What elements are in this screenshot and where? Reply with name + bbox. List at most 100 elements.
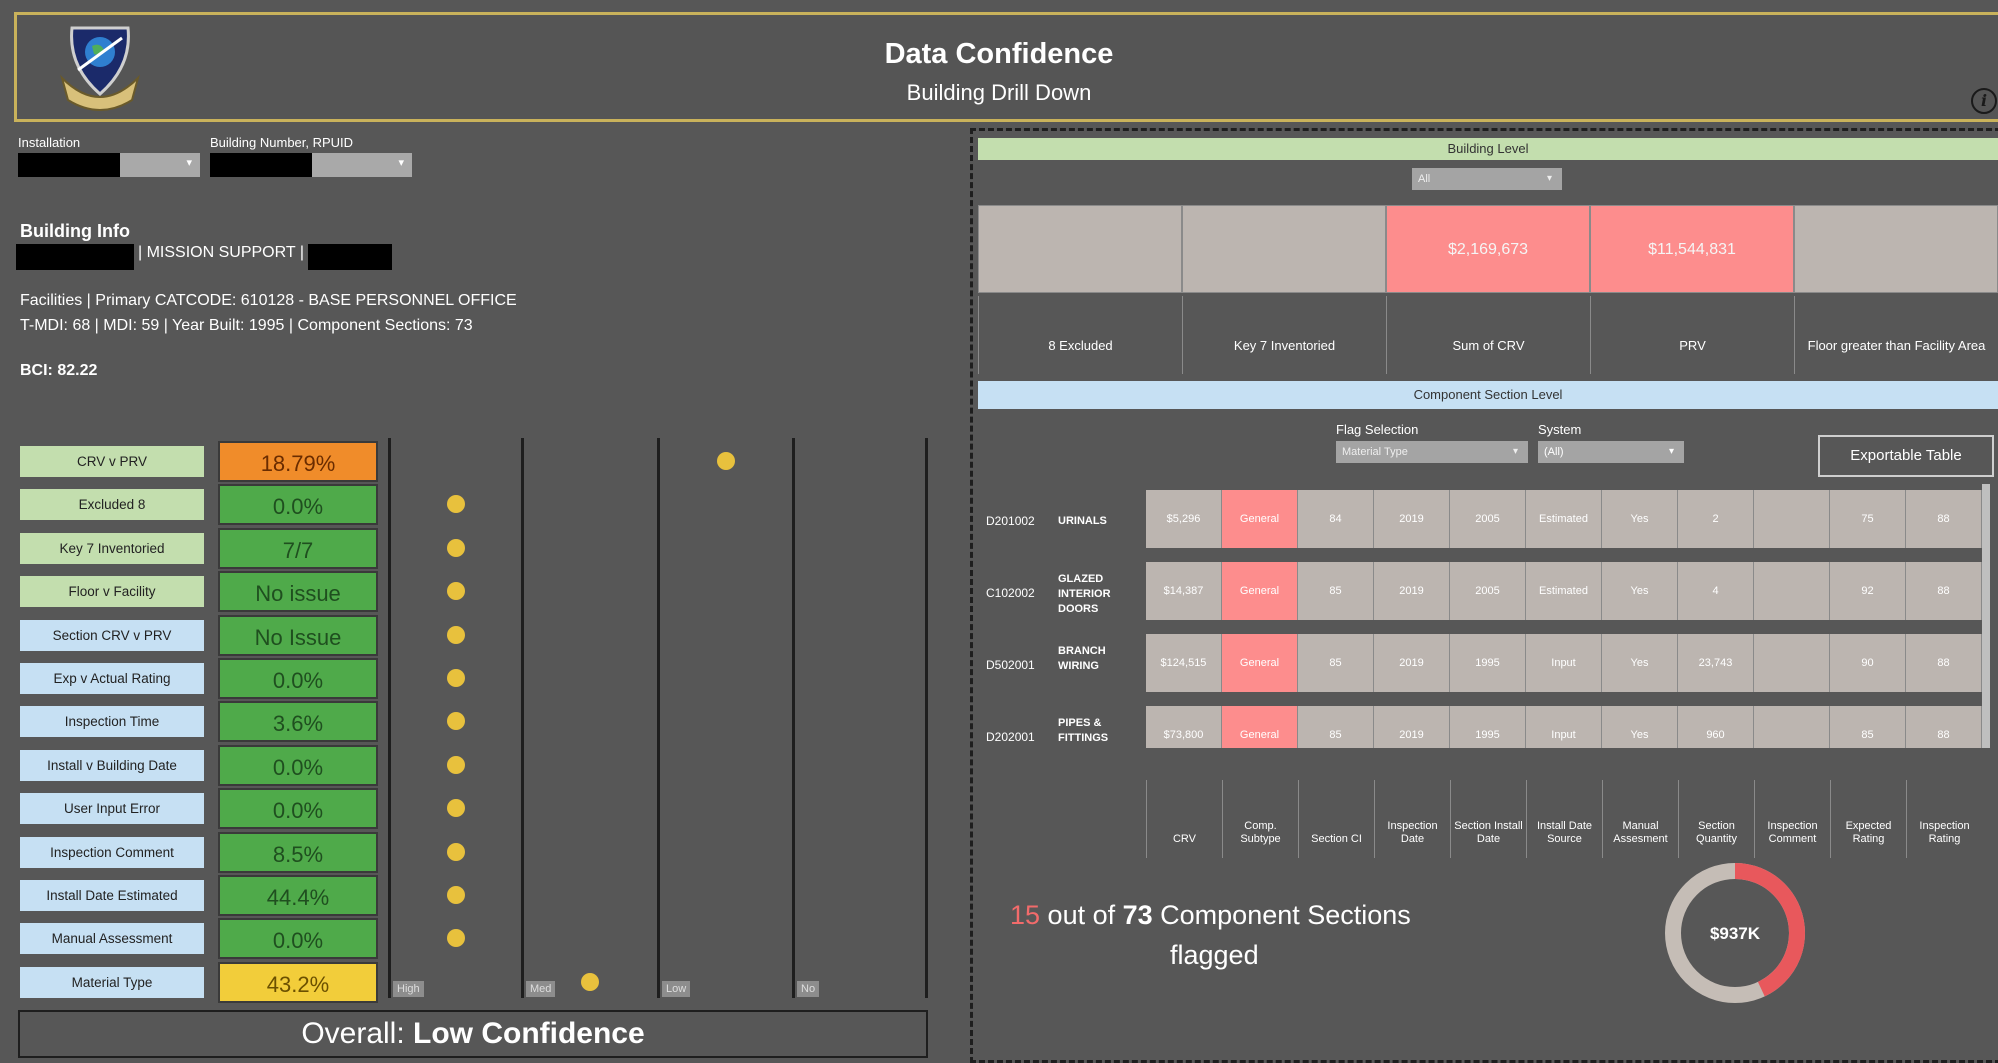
metric-value: 7/7 <box>218 527 378 569</box>
table-cell: 2019 <box>1374 634 1450 692</box>
metric-label: Inspection Comment <box>20 836 204 868</box>
system-dropdown[interactable]: (All) ▾ <box>1538 441 1684 463</box>
overall-value: Low Confidence <box>413 1017 645 1050</box>
column-header[interactable]: Comp. Subtype <box>1222 780 1298 858</box>
table-cell: 2 <box>1678 490 1754 548</box>
confidence-dot <box>717 452 735 470</box>
metric-value: No issue <box>218 571 378 613</box>
table-cell: General <box>1222 634 1298 692</box>
flag-selection-dropdown[interactable]: Material Type ▾ <box>1336 441 1528 463</box>
column-header[interactable]: Section CI <box>1298 780 1374 858</box>
flag-selection-label: Flag Selection <box>1336 422 1419 437</box>
table-cell: 23,743 <box>1678 634 1754 692</box>
metric-value: No Issue <box>218 614 378 656</box>
overall-prefix: Overall: <box>301 1017 414 1050</box>
table-cell <box>1754 634 1830 692</box>
page-title: Data Confidence <box>884 38 1114 70</box>
component-level-band: Component Section Level <box>978 381 1998 409</box>
table-cell: 1995 <box>1450 706 1526 748</box>
column-header[interactable]: Install Date Source <box>1526 780 1602 858</box>
column-header[interactable]: Inspection Comment <box>1754 780 1830 858</box>
flagged-total: 73 <box>1122 900 1153 930</box>
chevron-down-icon: ▾ <box>1546 173 1552 184</box>
table-cell: 2005 <box>1450 562 1526 620</box>
table-cell: General <box>1222 562 1298 620</box>
kpi-label: Key 7 Inventoried <box>1182 296 1386 374</box>
confidence-dot <box>447 712 465 731</box>
donut-label: $937K <box>1710 924 1761 943</box>
confidence-dot <box>447 929 465 948</box>
table-cell: 85 <box>1298 634 1374 692</box>
axis-line <box>388 438 391 998</box>
redacted-value <box>18 153 120 177</box>
flagged-text-mid: out of <box>1040 900 1123 930</box>
confidence-dot <box>447 669 465 687</box>
axis-line <box>657 438 660 998</box>
building-info-title: Building Info <box>20 221 130 241</box>
axis-line <box>792 438 795 998</box>
chevron-down-icon: ▾ <box>1668 446 1674 457</box>
column-header[interactable]: CRV <box>1146 780 1222 858</box>
column-header[interactable]: Section Install Date <box>1450 780 1526 858</box>
axis-tick-med: Med <box>526 981 556 997</box>
table-cell: General <box>1222 706 1298 748</box>
installation-dropdown[interactable]: ▾ <box>18 153 200 177</box>
chevron-down-icon: ▾ <box>398 157 404 169</box>
building-mission: | MISSION SUPPORT | <box>138 244 304 261</box>
table-cell: 88 <box>1906 634 1982 692</box>
confidence-dot <box>447 799 465 818</box>
column-header[interactable]: Section Quantity <box>1678 780 1754 858</box>
confidence-dot <box>447 582 465 601</box>
row-name: PIPES & FITTINGS <box>1058 717 1109 744</box>
info-icon[interactable]: i <box>1971 88 1997 114</box>
kpi-value <box>978 205 1182 293</box>
metric-label: Install v Building Date <box>20 749 204 781</box>
table-cell: $73,800 <box>1146 706 1222 748</box>
confidence-dot <box>447 495 465 514</box>
metric-label: Inspection Time <box>20 706 204 738</box>
metric-value: 0.0% <box>218 744 378 786</box>
table-scrollbar[interactable] <box>1982 484 1990 748</box>
building-number-dropdown[interactable]: ▾ <box>210 153 412 177</box>
column-header[interactable]: Inspection Rating <box>1906 780 1982 858</box>
row-name: BRANCH WIRING <box>1058 645 1106 672</box>
flagged-count: 15 <box>1010 900 1041 930</box>
confidence-dot <box>447 755 465 774</box>
table-cell: Estimated <box>1526 490 1602 548</box>
metric-label: Section CRV v PRV <box>20 619 204 651</box>
kpi-label: 8 Excluded <box>978 296 1182 374</box>
flagged-line2: flagged <box>1170 940 1259 970</box>
building-filter-label: Building Number, RPUID <box>210 135 354 150</box>
redacted-name <box>16 244 134 270</box>
column-header[interactable]: Inspection Date <box>1374 780 1450 858</box>
confidence-dot <box>581 972 599 991</box>
metric-value: 0.0% <box>218 484 378 526</box>
exportable-table-button[interactable]: Exportable Table <box>1818 435 1994 477</box>
table-cell: 92 <box>1830 562 1906 620</box>
flagged-text-end: Component Sections <box>1152 900 1411 930</box>
table-cell: Yes <box>1602 490 1678 548</box>
building-level-dropdown[interactable]: All ▾ <box>1412 168 1562 190</box>
column-header[interactable]: Manual Assesment <box>1602 780 1678 858</box>
dropdown-value: All <box>1418 173 1431 185</box>
table-cell: 2019 <box>1374 706 1450 748</box>
table-cell: 90 <box>1830 634 1906 692</box>
axis-tick-high: High <box>393 981 424 997</box>
metric-value: 0.0% <box>218 658 378 699</box>
table-cell: 2005 <box>1450 490 1526 548</box>
metric-label: Key 7 Inventoried <box>20 532 204 564</box>
axis-line <box>521 438 524 998</box>
table-cell <box>1754 490 1830 548</box>
dropdown-value: Material Type <box>1342 446 1408 458</box>
row-name: URINALS <box>1058 515 1107 527</box>
bci-value: BCI: 82.22 <box>20 362 98 379</box>
chevron-down-icon: ▾ <box>1512 446 1518 457</box>
row-code: D201002 <box>986 514 1035 528</box>
table-cell: 2019 <box>1374 490 1450 548</box>
table-cell: 2019 <box>1374 562 1450 620</box>
column-header[interactable]: Expected Rating <box>1830 780 1906 858</box>
table-cell: 85 <box>1298 706 1374 748</box>
table-cell: Yes <box>1602 634 1678 692</box>
flagged-summary: 15 out of 73 Component Sections <box>1010 900 1411 931</box>
table-cell: Yes <box>1602 706 1678 748</box>
